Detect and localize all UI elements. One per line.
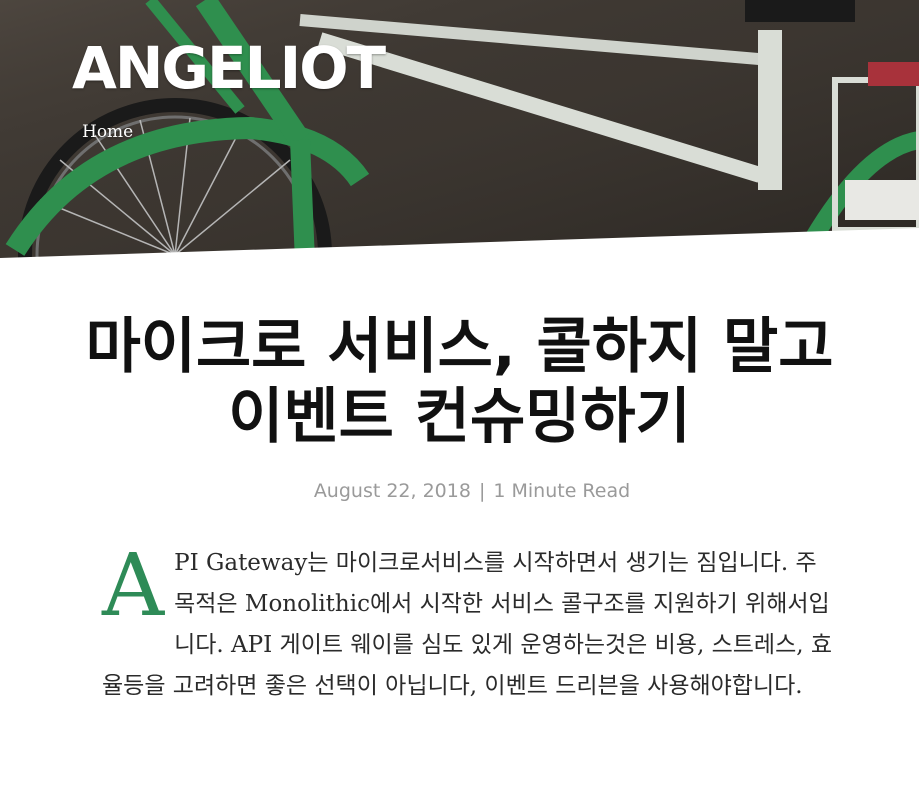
post-meta: August 22, 2018 | 1 Minute Read	[0, 480, 919, 502]
post-body-text: PI Gateway는 마이크로서비스를 시작하면서 생기는 짐입니다. 주 목…	[102, 550, 833, 699]
hero-banner: ANGELIOT Home	[0, 0, 919, 262]
post-body: A PI Gateway는 마이크로서비스를 시작하면서 생기는 짐입니다. 주 …	[102, 543, 842, 707]
post-title: 마이크로 서비스, 콜하지 말고 이벤트 컨슈밍하기	[85, 312, 834, 452]
dropcap: A	[102, 536, 165, 636]
read-time: 1 Minute Read	[493, 480, 631, 502]
nav-home-link[interactable]: Home	[82, 122, 133, 142]
site-title[interactable]: ANGELIOT	[72, 34, 386, 102]
meta-separator: |	[478, 480, 486, 502]
post-date: August 22, 2018	[313, 480, 471, 502]
